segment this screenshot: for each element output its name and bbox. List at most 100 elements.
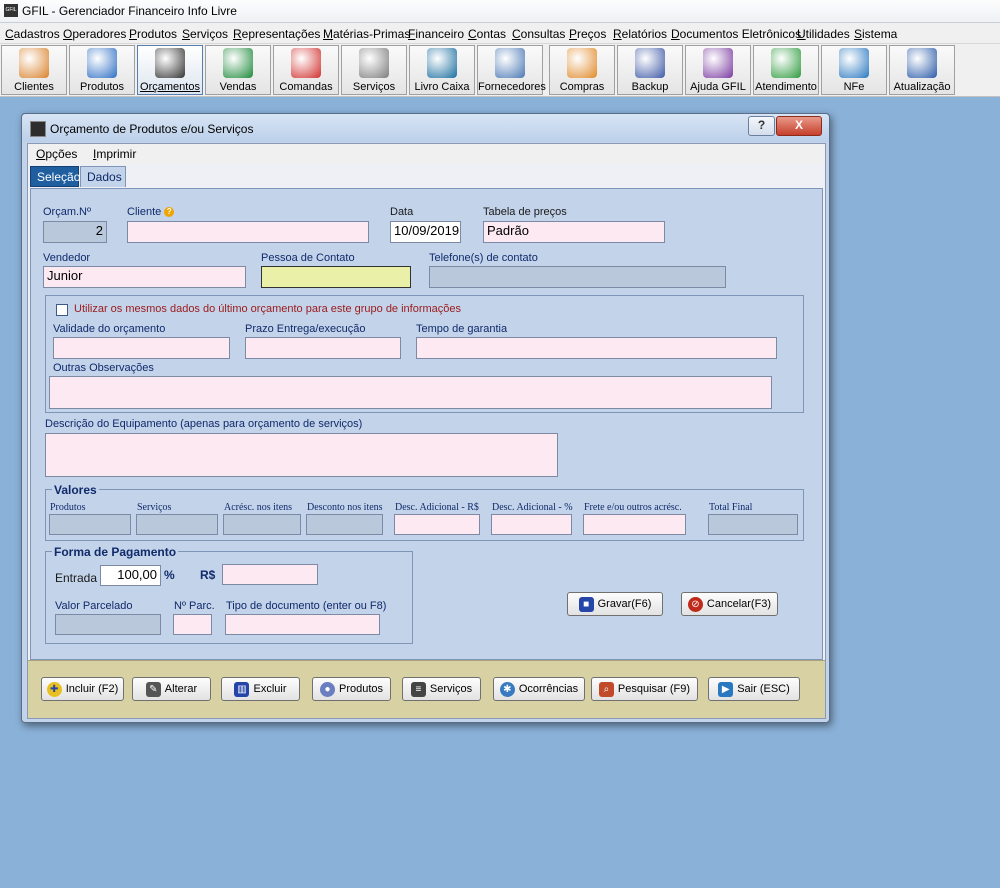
- boxes-icon: [567, 48, 597, 78]
- pesquisar-button[interactable]: ⌕ Pesquisar (F9): [591, 677, 698, 701]
- utilizar-checkbox[interactable]: [56, 304, 68, 316]
- dialog-menu-bar: Opções Imprimir: [28, 144, 825, 164]
- valores-desc-rs-field[interactable]: [394, 514, 480, 535]
- help-icon[interactable]: ?: [164, 207, 175, 218]
- toolbar-clientes[interactable]: Clientes: [1, 45, 67, 95]
- toolbar-backup[interactable]: Backup: [617, 45, 683, 95]
- valor-parcelado-label: Valor Parcelado: [55, 600, 133, 612]
- sair-button[interactable]: ▶ Sair (ESC): [708, 677, 800, 701]
- pagamento-title: Forma de Pagamento: [52, 545, 179, 559]
- tabela-field[interactable]: Padrão: [483, 221, 665, 243]
- tab-dados[interactable]: Dados: [80, 166, 126, 187]
- menu-servicos[interactable]: Serviços: [182, 27, 228, 41]
- dialog-menu-opcoes[interactable]: Opções: [36, 147, 77, 161]
- prazo-field[interactable]: [245, 337, 401, 359]
- pessoa-contato-field[interactable]: [261, 266, 411, 288]
- app-title: GFIL - Gerenciador Financeiro Info Livre: [22, 4, 237, 18]
- valores-produtos-label: Produtos: [50, 502, 86, 513]
- alterar-button[interactable]: ✎ Alterar: [132, 677, 211, 701]
- validade-label: Validade do orçamento: [53, 323, 166, 335]
- tab-selecao[interactable]: Seleção: [30, 166, 80, 187]
- sair-label: Sair (ESC): [737, 683, 790, 695]
- menu-operadores[interactable]: Operadores: [63, 27, 126, 41]
- valor-parcelado-field[interactable]: [55, 614, 161, 635]
- tools-icon: [359, 48, 389, 78]
- toolbar-nfe[interactable]: NFe: [821, 45, 887, 95]
- ocorrencias-button[interactable]: ✱ Ocorrências: [493, 677, 585, 701]
- cancelar-button[interactable]: ⊘ Cancelar(F3): [681, 592, 778, 616]
- orcam-no-field[interactable]: 2: [43, 221, 107, 243]
- entrada-rs-label: R$: [200, 568, 216, 582]
- menu-utilidades[interactable]: Utilidades: [797, 27, 850, 41]
- outras-obs-label: Outras Observações: [53, 362, 154, 374]
- toolbar-compras[interactable]: Compras: [549, 45, 615, 95]
- valores-acresc-field[interactable]: [223, 514, 301, 535]
- menu-materias-primas[interactable]: Matérias-Primas: [323, 27, 410, 41]
- telefone-field[interactable]: [429, 266, 726, 288]
- data-field[interactable]: 10/09/2019: [390, 221, 461, 243]
- monitor-icon: [87, 48, 117, 78]
- valores-servicos-field[interactable]: [136, 514, 218, 535]
- servicos-button[interactable]: ≡ Serviços: [402, 677, 481, 701]
- cliente-label-text: Cliente: [127, 206, 162, 218]
- menu-sistema[interactable]: Sistema: [854, 27, 897, 41]
- produtos-label: Produtos: [338, 683, 384, 695]
- menu-precos[interactable]: Preços: [569, 27, 606, 41]
- ultimo-orcamento-group: Utilizar os mesmos dados do último orçam…: [45, 295, 804, 413]
- validade-field[interactable]: [53, 337, 230, 359]
- garantia-field[interactable]: [416, 337, 777, 359]
- product-icon: ●: [319, 681, 335, 697]
- menu-contas[interactable]: Contas: [468, 27, 506, 41]
- toolbar-atualizacao[interactable]: Atualização: [889, 45, 955, 95]
- cliente-field[interactable]: [127, 221, 369, 243]
- menu-documentos-eletronicos[interactable]: Documentos Eletrônicos: [671, 27, 801, 41]
- excluir-button[interactable]: ▥ Excluir: [221, 677, 300, 701]
- dialog-help-button[interactable]: ?: [748, 116, 775, 136]
- toolbar-livro-caixa[interactable]: Livro Caixa: [409, 45, 475, 95]
- toolbar-servicos[interactable]: Serviços: [341, 45, 407, 95]
- menu-relatorios[interactable]: Relatórios: [613, 27, 667, 41]
- entrada-rs-field[interactable]: [222, 564, 318, 585]
- menu-representacoes[interactable]: Representações: [233, 27, 320, 41]
- menu-produtos[interactable]: Produtos: [129, 27, 177, 41]
- toolbar-ajuda[interactable]: Ajuda GFIL: [685, 45, 751, 95]
- toolbar-fornecedores[interactable]: Fornecedores: [477, 45, 546, 95]
- valores-frete-field[interactable]: [583, 514, 686, 535]
- main-menu-bar: Cadastros Operadores Produtos Serviços R…: [0, 23, 1000, 44]
- tabela-label: Tabela de preços: [483, 206, 567, 218]
- menu-financeiro[interactable]: Financeiro: [408, 27, 464, 41]
- toolbar-produtos[interactable]: Produtos: [69, 45, 135, 95]
- outras-obs-field[interactable]: [49, 376, 772, 409]
- dialog-menu-imprimir[interactable]: Imprimir: [93, 147, 136, 161]
- utilizar-label: Utilizar os mesmos dados do último orçam…: [74, 303, 462, 315]
- menu-consultas[interactable]: Consultas: [512, 27, 565, 41]
- entrada-field[interactable]: 100,00: [100, 565, 161, 586]
- edit-icon: ✎: [145, 681, 161, 697]
- num-parc-field[interactable]: [173, 614, 212, 635]
- vendedor-field[interactable]: Junior: [43, 266, 246, 288]
- update-icon: [907, 48, 937, 78]
- pagamento-group: Forma de Pagamento Entrada 100,00 % R$ V…: [45, 545, 413, 644]
- save-icon: ■: [578, 596, 594, 612]
- incluir-button[interactable]: ✚ Incluir (F2): [41, 677, 124, 701]
- valores-produtos-field[interactable]: [49, 514, 131, 535]
- gravar-button[interactable]: ■ Gravar(F6): [567, 592, 663, 616]
- notepad-icon: [155, 48, 185, 78]
- descricao-field[interactable]: [45, 433, 558, 477]
- dialog-close-button[interactable]: X: [776, 116, 822, 136]
- valores-total-field[interactable]: [708, 514, 798, 535]
- toolbar-vendas[interactable]: Vendas: [205, 45, 271, 95]
- valores-desconto-field[interactable]: [306, 514, 383, 535]
- produtos-button[interactable]: ● Produtos: [312, 677, 391, 701]
- clients-icon: [19, 48, 49, 78]
- dialog-body: Opções Imprimir Seleção Dados Orçam.Nº 2…: [27, 143, 826, 719]
- dialog-title: Orçamento de Produtos e/ou Serviços: [50, 122, 254, 136]
- toolbar-comandas[interactable]: Comandas: [273, 45, 339, 95]
- valores-desc-pct-field[interactable]: [491, 514, 572, 535]
- menu-cadastros[interactable]: Cadastros: [5, 27, 60, 41]
- toolbar-atendimento[interactable]: Atendimento: [753, 45, 819, 95]
- toolbar-orcamentos[interactable]: Orçamentos: [137, 45, 203, 95]
- descricao-label: Descrição do Equipamento (apenas para or…: [45, 418, 363, 430]
- tipo-doc-field[interactable]: [225, 614, 380, 635]
- valores-desconto-label: Desconto nos itens: [307, 502, 383, 513]
